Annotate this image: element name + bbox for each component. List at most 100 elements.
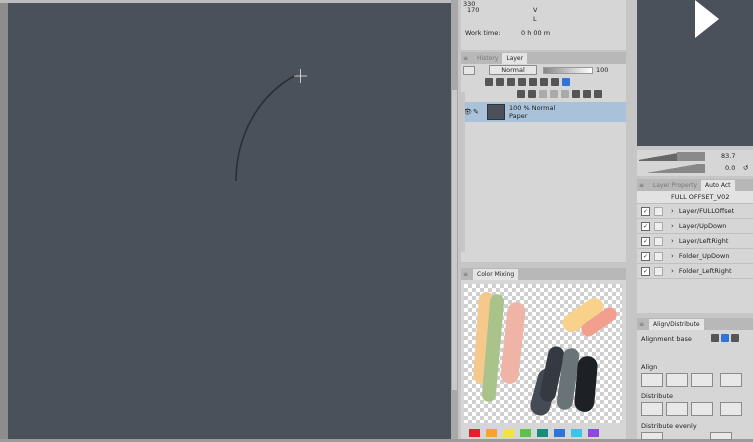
align-buttons <box>641 373 753 389</box>
new-raster-layer-icon[interactable] <box>517 90 525 98</box>
new-vector-layer-icon[interactable] <box>528 90 536 98</box>
action-item[interactable]: ✓ › Layer/FULLOffset <box>637 204 753 219</box>
reset-rotation-icon[interactable]: ↺ <box>743 164 748 172</box>
panel-menu-icon[interactable]: ≡ <box>637 182 649 189</box>
chevron-right-icon[interactable]: › <box>671 252 674 260</box>
palette-swatch-blue[interactable] <box>554 429 565 437</box>
lock-transparent-icon[interactable] <box>529 78 537 86</box>
canvas-vertical-scrollbar[interactable] <box>451 0 458 439</box>
tab-auto-action[interactable]: Auto Act <box>701 179 735 191</box>
delete-layer-icon[interactable] <box>594 90 602 98</box>
chevron-right-icon[interactable]: › <box>671 207 674 215</box>
palette-swatch-red[interactable] <box>469 429 480 437</box>
palette-swatch-cyan[interactable] <box>571 429 582 437</box>
mix-strokes <box>473 292 617 416</box>
scrollbar-thumb[interactable] <box>452 90 457 390</box>
apply-mask-icon[interactable] <box>583 90 591 98</box>
color-mixing-canvas[interactable] <box>464 284 622 423</box>
dialog-checkbox[interactable] <box>654 221 663 231</box>
layer-color-button[interactable] <box>463 65 475 75</box>
align-key-object-icon[interactable] <box>731 334 739 342</box>
palette-swatch-purple[interactable] <box>588 429 599 437</box>
layer-panel-tabbar: ≡ History Layer <box>461 52 626 64</box>
dialog-checkbox[interactable] <box>654 251 663 261</box>
tab-layer-property[interactable]: Layer Property <box>649 180 701 191</box>
opacity-slider[interactable] <box>543 66 593 74</box>
opacity-value: 100 <box>596 66 609 74</box>
dialog-checkbox[interactable] <box>654 206 663 216</box>
clip-icon[interactable] <box>485 78 493 86</box>
navigator-preview[interactable] <box>637 0 753 146</box>
distribute-center-button[interactable] <box>666 402 688 416</box>
paint-strokes <box>473 292 617 416</box>
action-item[interactable]: ✓ › Layer/UpDown <box>637 219 753 234</box>
layer-toolbar-3 <box>461 88 626 100</box>
y-value: 170 <box>467 6 480 14</box>
align-left-button[interactable] <box>641 373 663 387</box>
layer-property-panel: ≡ Layer Property Auto Act FULL OFFSET_V0… <box>637 179 753 313</box>
palette-swatch-green[interactable] <box>520 429 531 437</box>
enabled-checkbox[interactable]: ✓ <box>641 236 650 246</box>
distribute-right-button[interactable] <box>691 402 713 416</box>
blend-mode-select[interactable]: Normal <box>489 65 537 75</box>
dialog-checkbox[interactable] <box>654 236 663 246</box>
chevron-right-icon[interactable]: › <box>671 237 674 245</box>
lock-icon[interactable] <box>518 78 526 86</box>
distribute-top-button[interactable] <box>720 402 742 416</box>
reference-icon[interactable] <box>496 78 504 86</box>
ruler-icon[interactable] <box>551 78 559 86</box>
chevron-right-icon[interactable]: › <box>671 222 674 230</box>
layer-color-icon[interactable] <box>562 78 570 86</box>
enabled-checkbox[interactable]: ✓ <box>641 206 650 216</box>
enabled-checkbox[interactable]: ✓ <box>641 266 650 276</box>
canvas-area[interactable] <box>0 0 458 439</box>
zoom-slider-fill[interactable] <box>677 152 705 161</box>
align-top-button[interactable] <box>720 373 742 387</box>
palette-swatch-orange[interactable] <box>486 429 497 437</box>
action-item[interactable]: ✓ › Folder_LeftRight <box>637 264 753 279</box>
tab-layer[interactable]: Layer <box>502 52 528 64</box>
mask-icon[interactable] <box>540 78 548 86</box>
color-mixing-panel: ≡ Color Mixing <box>461 268 626 439</box>
transfer-down-icon[interactable] <box>550 90 558 98</box>
align-canvas-icon[interactable] <box>721 334 729 342</box>
enabled-checkbox[interactable]: ✓ <box>641 251 650 261</box>
action-set-title[interactable]: FULL OFFSET_V02 <box>637 191 753 204</box>
info-panel: 330 170 V L Work time: 0 h 00 m <box>461 0 626 50</box>
align-selection-icon[interactable] <box>711 334 719 342</box>
layer-scroll-track[interactable] <box>461 92 465 252</box>
panel-menu-icon[interactable]: ≡ <box>461 55 473 62</box>
crosshair-cursor-icon <box>294 69 307 83</box>
layer-toolbar-2 <box>461 76 626 88</box>
tab-align-distribute[interactable]: Align/Distribute <box>649 318 704 330</box>
distribute-left-button[interactable] <box>641 402 663 416</box>
rotation-slider[interactable] <box>639 164 705 173</box>
layer-name: Paper <box>509 112 528 120</box>
panel-menu-icon[interactable]: ≡ <box>461 271 473 278</box>
zoom-slider[interactable] <box>639 152 677 161</box>
layer-mask-icon[interactable] <box>572 90 580 98</box>
dialog-checkbox[interactable] <box>654 266 663 276</box>
align-right-button[interactable] <box>691 373 713 387</box>
align-center-button[interactable] <box>666 373 688 387</box>
play-triangle-icon <box>695 0 719 38</box>
enabled-checkbox[interactable]: ✓ <box>641 221 650 231</box>
action-item[interactable]: ✓ › Layer/LeftRight <box>637 234 753 249</box>
layer-thumbnail <box>487 104 505 120</box>
draft-icon[interactable] <box>507 78 515 86</box>
layer-item-paper[interactable]: 👁 ✎ 100 % Normal Paper <box>461 102 626 122</box>
palette-swatch-yellow[interactable] <box>503 429 514 437</box>
tab-history[interactable]: History <box>473 53 502 64</box>
panel-menu-icon[interactable]: ≡ <box>637 321 649 328</box>
distribute-label: Distribute <box>641 392 674 400</box>
tab-color-mixing[interactable]: Color Mixing <box>473 268 519 280</box>
l-label: L <box>533 15 537 23</box>
rotation-value: 0.0 <box>725 164 736 172</box>
action-label: Layer/FULLOffset <box>678 207 735 215</box>
new-folder-icon[interactable] <box>539 90 547 98</box>
action-item[interactable]: ✓ › Folder_UpDown <box>637 249 753 264</box>
merge-down-icon[interactable] <box>561 90 569 98</box>
drawing-canvas[interactable] <box>8 3 451 439</box>
chevron-right-icon[interactable]: › <box>671 267 674 275</box>
palette-swatch-teal[interactable] <box>537 429 548 437</box>
